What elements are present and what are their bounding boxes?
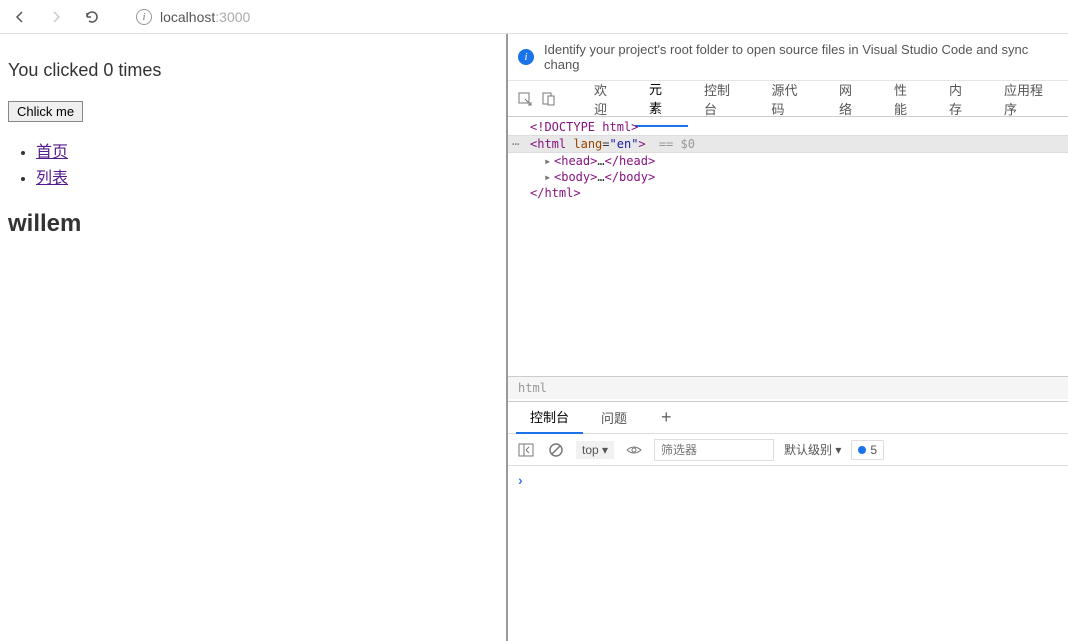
devtools-tabs: 欢迎 元素 控制台 源代码 网络 性能 内存 应用程序 — [508, 81, 1068, 117]
html-close-node[interactable]: </html> — [530, 186, 581, 200]
list-item: 首页 — [36, 138, 498, 162]
nav-list: 首页 列表 — [36, 138, 498, 188]
console-prompt-icon: › — [518, 472, 523, 488]
html-node[interactable]: <html lang="en"> == $0 — [508, 135, 1068, 153]
console-toolbar: top ▾ 默认级别 ▾ 5 — [508, 434, 1068, 466]
link-list[interactable]: 列表 — [36, 170, 68, 187]
forward-button[interactable] — [44, 5, 68, 29]
doctype-node[interactable]: <!DOCTYPE html> — [530, 120, 638, 134]
breadcrumb[interactable]: html — [508, 376, 1068, 399]
url-host: localhost — [160, 9, 215, 25]
link-home[interactable]: 首页 — [36, 144, 68, 161]
page-heading: willem — [8, 210, 498, 238]
log-levels-selector[interactable]: 默认级别 ▾ — [784, 441, 841, 458]
console-sidebar-toggle-icon[interactable] — [516, 440, 536, 460]
issues-badge[interactable]: 5 — [851, 440, 884, 460]
inspect-icon[interactable] — [516, 90, 534, 108]
live-expression-icon[interactable] — [624, 440, 644, 460]
click-counter-text: You clicked 0 times — [8, 60, 498, 81]
reload-button[interactable] — [80, 5, 104, 29]
badge-dot-icon — [858, 446, 866, 454]
device-toggle-icon[interactable] — [540, 90, 558, 108]
drawer-tab-console[interactable]: 控制台 — [516, 401, 583, 434]
browser-toolbar: i localhost:3000 — [0, 0, 1068, 34]
elements-panel: <!DOCTYPE html> <html lang="en"> == $0 ▸… — [508, 117, 1068, 401]
clear-console-icon[interactable] — [546, 440, 566, 460]
info-icon: i — [518, 49, 534, 65]
console-context-selector[interactable]: top ▾ — [576, 441, 614, 459]
devtools-drawer: 控制台 问题 + top ▾ 默认级别 ▾ 5 › — [508, 401, 1068, 641]
console-filter-input[interactable] — [654, 439, 774, 461]
devtools-panel: i Identify your project's root folder to… — [506, 34, 1068, 641]
console-body[interactable]: › — [508, 466, 1068, 641]
head-node[interactable]: ▸<head>…</head> — [508, 153, 1068, 169]
list-item: 列表 — [36, 164, 498, 188]
drawer-tabs: 控制台 问题 + — [508, 402, 1068, 434]
site-info-icon[interactable]: i — [136, 9, 152, 25]
url-port: :3000 — [215, 9, 250, 25]
drawer-tab-issues[interactable]: 问题 — [587, 402, 641, 433]
dom-tree[interactable]: <!DOCTYPE html> <html lang="en"> == $0 ▸… — [508, 119, 1068, 376]
click-me-button[interactable]: Chlick me — [8, 101, 83, 122]
address-bar[interactable]: i localhost:3000 — [136, 9, 1060, 25]
info-message: Identify your project's root folder to o… — [544, 42, 1058, 72]
body-node[interactable]: ▸<body>…</body> — [508, 169, 1068, 185]
back-button[interactable] — [8, 5, 32, 29]
page-content: You clicked 0 times Chlick me 首页 列表 will… — [0, 34, 506, 641]
add-drawer-tab[interactable]: + — [653, 405, 680, 430]
